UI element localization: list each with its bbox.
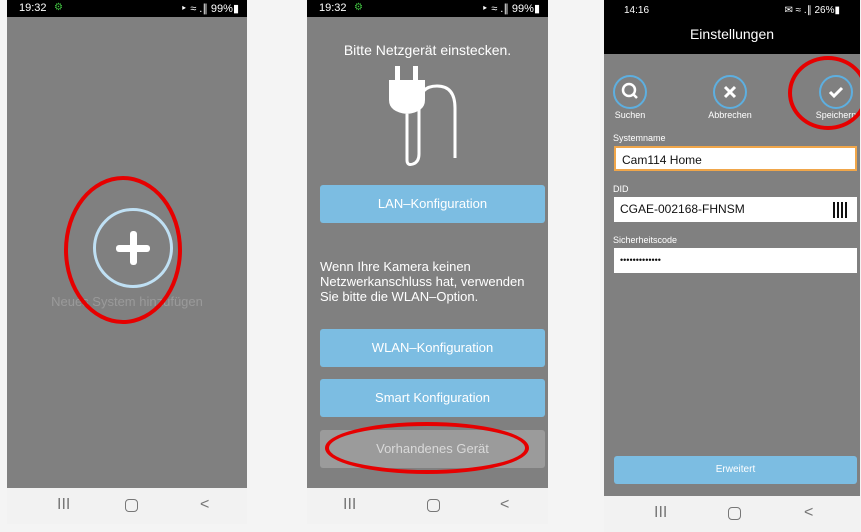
phone-screen-settings: 14:16 ✉ ≈ .∥ 26%▮ Einstellungen Suchen A… bbox=[604, 0, 860, 532]
security-code-input[interactable]: ••••••••••••• bbox=[614, 248, 857, 273]
close-icon bbox=[723, 85, 737, 99]
status-time: 19:32 bbox=[319, 2, 347, 14]
smart-configuration-button[interactable]: Smart Konfiguration bbox=[320, 379, 545, 417]
android-nav-bar: III < bbox=[604, 496, 860, 532]
wlan-hint-text: Wenn Ihre Kamera keinen Netzwerkanschlus… bbox=[320, 259, 525, 304]
status-dot-icon: ⚙ bbox=[354, 2, 363, 13]
cancel-button[interactable] bbox=[713, 75, 747, 109]
cancel-label: Abbrechen bbox=[708, 110, 752, 120]
lan-configuration-button[interactable]: LAN–Konfiguration bbox=[320, 185, 545, 223]
wlan-configuration-button[interactable]: WLAN–Konfiguration bbox=[320, 329, 545, 367]
back-button[interactable]: < bbox=[804, 504, 813, 522]
status-icons: ‣ ≈ .∥ 99%▮ bbox=[180, 3, 239, 15]
highlight-circle bbox=[325, 422, 529, 474]
instruction-title: Bitte Netzgerät einstecken. bbox=[343, 42, 512, 58]
search-button[interactable] bbox=[613, 75, 647, 109]
status-icons: ✉ ≈ .∥ 26%▮ bbox=[784, 5, 841, 16]
recent-apps-button[interactable]: III bbox=[343, 496, 356, 514]
did-input[interactable]: CGAE-002168-FHNSM bbox=[614, 197, 857, 222]
power-plug-icon bbox=[389, 66, 457, 166]
back-button[interactable]: < bbox=[500, 496, 509, 514]
status-time: 19:32 bbox=[19, 2, 47, 14]
advanced-button[interactable]: Erweitert bbox=[614, 456, 857, 484]
home-button[interactable] bbox=[728, 507, 741, 520]
phone-screen-connection-setup: 19:32 ⚙ ‣ ≈ .∥ 99%▮ Bitte Netzgerät eins… bbox=[307, 0, 548, 524]
back-button[interactable]: < bbox=[200, 496, 209, 514]
security-code-label: Sicherheitscode bbox=[613, 235, 678, 245]
phone-screen-add-system: 19:32 ⚙ ‣ ≈ .∥ 99%▮ Neues System hinzufü… bbox=[7, 0, 247, 524]
page-title: Einstellungen bbox=[604, 20, 860, 48]
status-bar: 19:32 ⚙ ‣ ≈ .∥ 99%▮ bbox=[7, 0, 247, 17]
did-label: DID bbox=[613, 184, 629, 194]
system-name-input[interactable]: Cam114 Home bbox=[614, 146, 857, 171]
status-icons: ‣ ≈ .∥ 99%▮ bbox=[481, 3, 540, 15]
recent-apps-button[interactable]: III bbox=[57, 496, 70, 514]
android-nav-bar: III < bbox=[7, 488, 247, 524]
recent-apps-button[interactable]: III bbox=[654, 504, 667, 522]
status-dot-icon: ⚙ bbox=[54, 2, 63, 13]
home-button[interactable] bbox=[125, 499, 138, 512]
status-bar: 19:32 ⚙ ‣ ≈ .∥ 99%▮ bbox=[307, 0, 548, 17]
highlight-circle bbox=[788, 56, 860, 130]
highlight-circle bbox=[64, 176, 182, 324]
home-button[interactable] bbox=[427, 499, 440, 512]
search-label: Suchen bbox=[614, 110, 646, 120]
did-value: CGAE-002168-FHNSM bbox=[620, 202, 745, 216]
status-time: 14:16 bbox=[624, 5, 650, 16]
system-name-label: Systemname bbox=[613, 133, 666, 143]
status-bar: 14:16 ✉ ≈ .∥ 26%▮ bbox=[604, 0, 860, 20]
search-icon bbox=[621, 82, 638, 99]
android-nav-bar: III < bbox=[307, 488, 548, 524]
qr-code-icon[interactable] bbox=[833, 202, 849, 218]
